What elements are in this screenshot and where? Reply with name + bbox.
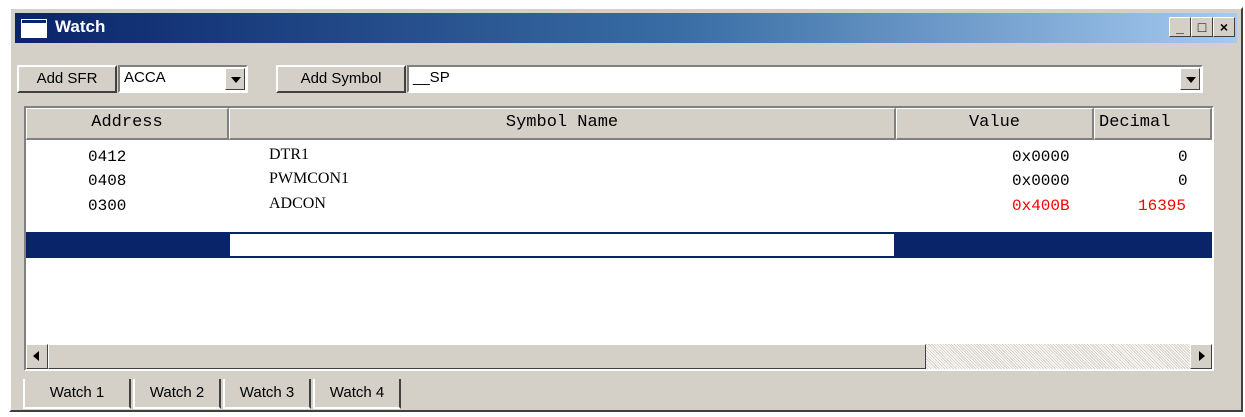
tab-watch-3[interactable]: Watch 3 (223, 379, 311, 409)
minimize-icon: _ (1176, 19, 1184, 35)
scrollbar-track[interactable] (926, 344, 1190, 369)
address-cell: 0412 (88, 148, 127, 166)
close-icon: × (1219, 19, 1229, 35)
decimal-cell: 0 (1178, 172, 1188, 190)
watch-table: Address Symbol Name Value Decimal 0412 D… (24, 106, 1214, 371)
minimize-button[interactable]: _ (1169, 17, 1191, 37)
add-symbol-button[interactable]: Add Symbol (276, 65, 406, 93)
close-button[interactable]: × (1213, 17, 1235, 37)
dropdown-arrow-icon[interactable] (1180, 68, 1200, 90)
value-cell: 0x0000 (1012, 172, 1070, 190)
title-bar[interactable]: Watch _ □ × (15, 13, 1237, 43)
window-icon (21, 19, 47, 38)
symbol-select-value: __SP (413, 69, 450, 86)
window-title: Watch (55, 17, 106, 36)
column-header-value[interactable]: Value (896, 108, 1094, 140)
value-cell: 0x0000 (1012, 148, 1070, 166)
tab-watch-2[interactable]: Watch 2 (133, 379, 221, 409)
add-sfr-button[interactable]: Add SFR (17, 65, 117, 93)
symbol-cell: PWMCON1 (269, 170, 350, 187)
decimal-cell: 0 (1178, 148, 1188, 166)
sfr-select[interactable]: ACCA (118, 65, 248, 93)
tab-watch-4[interactable]: Watch 4 (313, 379, 401, 409)
column-header-symbol-name[interactable]: Symbol Name (229, 108, 896, 140)
watch-window: Watch _ □ × Add SFR ACCA Add Symbol __SP… (9, 7, 1243, 412)
maximize-icon: □ (1197, 19, 1207, 35)
tab-watch-1[interactable]: Watch 1 (23, 379, 131, 409)
column-header-address[interactable]: Address (26, 108, 229, 140)
dropdown-arrow-icon[interactable] (225, 68, 245, 90)
scroll-right-icon[interactable] (1190, 344, 1212, 369)
address-cell: 0408 (88, 172, 127, 190)
address-cell: 0300 (88, 197, 127, 215)
symbol-name-edit-field[interactable] (230, 234, 894, 256)
sfr-select-value: ACCA (124, 69, 166, 86)
decimal-cell: 16395 (1138, 197, 1187, 215)
symbol-select[interactable]: __SP (407, 65, 1203, 93)
horizontal-scrollbar[interactable] (26, 344, 1212, 369)
scroll-left-icon[interactable] (26, 344, 48, 369)
scrollbar-thumb[interactable] (48, 344, 926, 369)
value-cell: 0x400B (1012, 197, 1070, 215)
symbol-cell: ADCON (269, 195, 326, 212)
symbol-cell: DTR1 (269, 146, 309, 163)
maximize-button[interactable]: □ (1191, 17, 1213, 37)
column-header-decimal[interactable]: Decimal (1094, 108, 1212, 140)
